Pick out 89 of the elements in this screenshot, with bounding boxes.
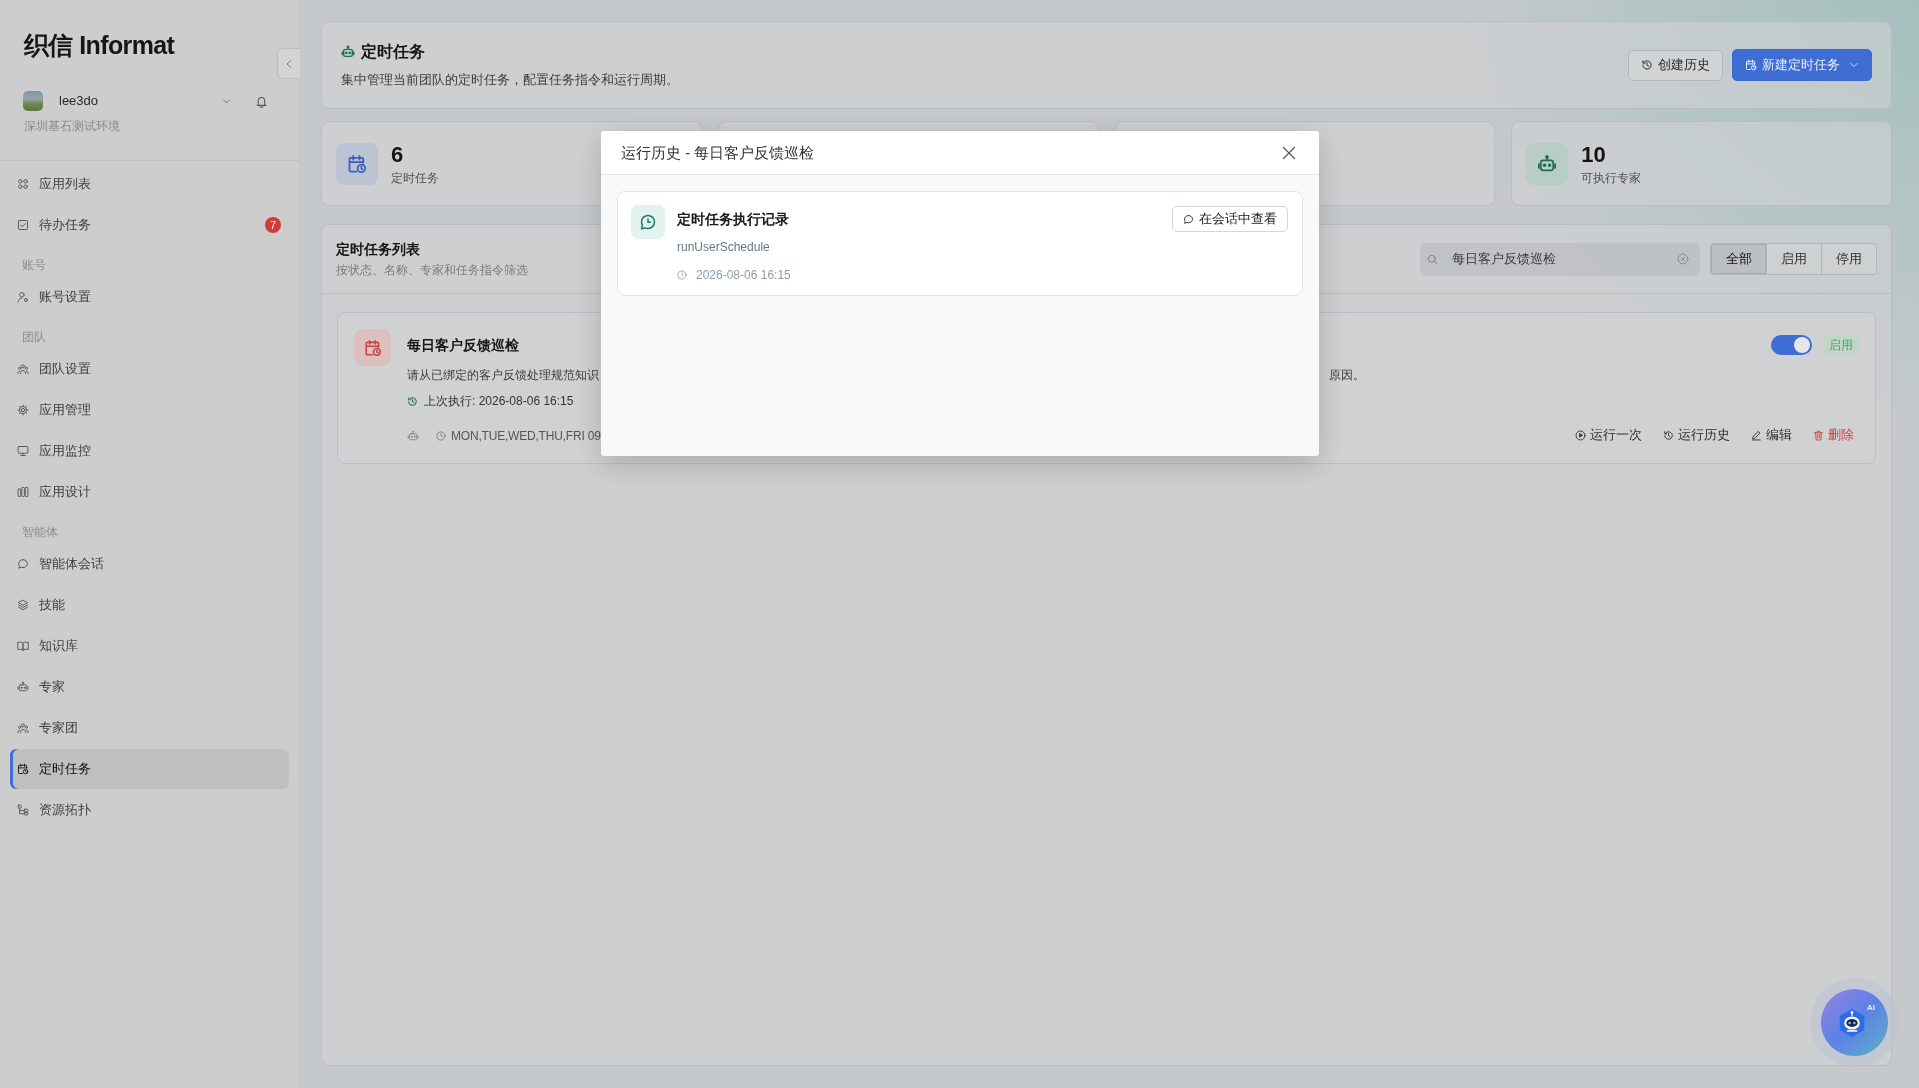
stat-label: 可执行专家	[1581, 169, 1642, 186]
chat-clock-icon	[631, 205, 665, 239]
chat-icon	[1183, 213, 1194, 225]
function-name: runUserSchedule	[677, 239, 770, 255]
sidebar-item[interactable]: 知识库	[10, 626, 289, 666]
panel-title: 定时任务列表	[336, 240, 420, 259]
checked-square-icon	[17, 219, 29, 231]
sidebar-item[interactable]: 资源拓扑	[10, 790, 289, 830]
filter-tab[interactable]: 启用	[1766, 244, 1821, 274]
count-badge: 7	[265, 217, 281, 233]
history-icon	[1663, 429, 1674, 441]
notification-bell-icon[interactable]	[255, 94, 268, 108]
sidebar-item[interactable]: 应用监控	[10, 431, 289, 471]
last-run-time: 上次执行: 2026-08-06 16:15	[424, 393, 574, 410]
schedule-text: MON,TUE,WED,THU,FRI 09	[451, 428, 601, 445]
stat-value: 10	[1581, 141, 1606, 168]
filter-tab[interactable]: 停用	[1821, 244, 1876, 274]
stat-label: 定时任务	[391, 169, 439, 186]
stat-value: 6	[391, 141, 404, 168]
sidebar-item[interactable]: 智能体会话	[10, 544, 289, 584]
layers-icon	[17, 599, 29, 611]
menu-section-label: 账号	[22, 257, 46, 274]
record-title: 定时任务执行记录	[677, 210, 789, 229]
book-icon	[17, 640, 29, 652]
sidebar-item[interactable]: 团队设置	[10, 349, 289, 389]
view-in-chat-button[interactable]: 在会话中查看	[1172, 206, 1288, 232]
clock-icon	[677, 270, 687, 280]
pencil-icon	[1751, 429, 1762, 441]
sidebar-item[interactable]: 应用设计	[10, 472, 289, 512]
grid-icon	[17, 178, 29, 190]
user-name[interactable]: lee3do	[59, 92, 99, 110]
status-badge: 启用	[1823, 336, 1859, 354]
search-icon	[1427, 253, 1438, 265]
search-field[interactable]: 每日客户反馈巡检	[1420, 242, 1700, 276]
sidebar-item[interactable]: 定时任务	[10, 749, 289, 789]
panel-subtitle: 按状态、名称、专家和任务指令筛选	[336, 262, 528, 279]
user-icon	[17, 291, 29, 303]
robot-icon	[1526, 142, 1569, 185]
robot-icon	[341, 45, 355, 59]
history-icon	[1641, 59, 1653, 71]
calendar-clock-icon	[17, 763, 29, 775]
menu-section-label: 智能体	[22, 524, 58, 541]
sidebar-item[interactable]: 账号设置	[10, 277, 289, 317]
dialog-title: 运行历史 - 每日客户反馈巡检	[621, 142, 815, 163]
page-title: 定时任务	[361, 42, 425, 62]
chat-icon	[17, 558, 29, 570]
environment-name: 深圳基石测试环境	[24, 118, 120, 134]
close-button[interactable]	[1281, 144, 1297, 161]
task-description: 原因。	[1329, 367, 1365, 384]
task-name: 每日客户反馈巡检	[407, 336, 519, 355]
toggle-switch[interactable]	[1771, 335, 1812, 355]
monitor-icon	[17, 445, 29, 457]
people-icon	[17, 722, 29, 734]
avatar-image	[23, 91, 43, 111]
history-icon	[407, 395, 418, 407]
run-history-button[interactable]: 运行历史	[1663, 426, 1730, 444]
calendar-clock-icon	[354, 329, 391, 366]
sidebar-item[interactable]: 专家团	[10, 708, 289, 748]
filter-tab[interactable]: 全部	[1711, 244, 1766, 274]
sidebar-item[interactable]: 技能	[10, 585, 289, 625]
task-description: 请从已绑定的客户反馈处理规范知识	[407, 367, 599, 384]
record-time: 2026-08-06 16:15	[696, 267, 791, 283]
play-icon	[1575, 429, 1586, 441]
sidebar-item[interactable]: 专家	[10, 667, 289, 707]
close-icon	[1281, 144, 1297, 161]
robot-icon	[1837, 1007, 1866, 1038]
calendar-clock-icon	[336, 142, 378, 185]
people-icon	[17, 363, 29, 375]
sidebar-item[interactable]: 应用列表	[10, 164, 289, 204]
history-button[interactable]: 创建历史	[1628, 49, 1723, 81]
caret-icon	[1849, 60, 1859, 70]
menu-section-label: 团队	[22, 329, 46, 346]
columns-icon	[17, 486, 29, 498]
run-once-button[interactable]: 运行一次	[1575, 426, 1642, 444]
robot-icon	[407, 430, 419, 442]
clock-icon	[436, 431, 446, 441]
logo: 织信 Informat	[24, 30, 175, 60]
sidebar-item[interactable]: 应用管理	[10, 390, 289, 430]
robot-icon	[17, 681, 29, 693]
page-description: 集中管理当前团队的定时任务，配置任务指令和运行周期。	[341, 71, 679, 89]
hierarchy-icon	[17, 804, 29, 816]
chevron-left-icon	[284, 58, 294, 69]
sidebar-item[interactable]: 待办任务 7	[10, 205, 289, 245]
edit-button[interactable]: 编辑	[1751, 426, 1792, 444]
calendar-clock-icon	[1745, 59, 1757, 71]
ai-label: AI	[1867, 1003, 1875, 1012]
trash-icon	[1813, 429, 1824, 441]
settings-icon	[17, 404, 29, 416]
new-task-button[interactable]: 新建定时任务	[1732, 49, 1872, 81]
